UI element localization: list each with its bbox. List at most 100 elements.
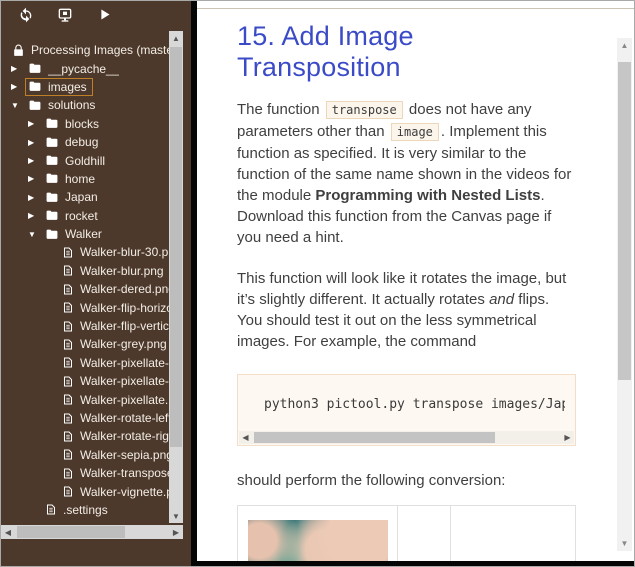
tree-item-body: Walker-pixellate-100.png (59, 354, 183, 372)
tree-item-rocket[interactable]: ▶ rocket (1, 207, 183, 225)
scroll-up-icon[interactable]: ▲ (169, 31, 183, 45)
sidebar-vertical-scrollbar[interactable]: ▲ ▼ (169, 31, 183, 523)
monitor-icon (57, 7, 73, 26)
tree-item-pycache[interactable]: ▶ __pycache__ (1, 59, 183, 77)
tree-item-settings[interactable]: .settings (1, 501, 183, 519)
chevron-right-icon[interactable]: ▶ (26, 174, 42, 183)
sidebar-hscroll-thumb[interactable] (17, 526, 125, 538)
folder-icon (45, 154, 59, 167)
chevron-right-icon[interactable]: ▶ (26, 119, 42, 128)
tree-item-body: __pycache__ (25, 60, 125, 78)
tree-item-body: blocks (42, 115, 105, 133)
tree-item-blocks[interactable]: ▶ blocks (1, 115, 183, 133)
tree-item-body: Walker-rotate-left.png (59, 409, 183, 427)
tree-item-goldhill[interactable]: ▶ Goldhill (1, 151, 183, 169)
text-segment: The function (237, 101, 324, 118)
tree-item-walker-dered-png[interactable]: Walker-dered.png (1, 280, 183, 298)
tree-item-walker-blur-png[interactable]: Walker-blur.png (1, 262, 183, 280)
tree-item-label: solutions (48, 98, 96, 113)
content-vscroll-thumb[interactable] (618, 62, 631, 380)
code-block: python3 pictool.py transpose images/Japa… (237, 374, 576, 446)
sidebar-horizontal-scrollbar[interactable]: ◀ ▶ (1, 525, 183, 539)
chevron-right-icon[interactable]: ▶ (26, 211, 42, 220)
tree-item-walker-rotate-left-png[interactable]: Walker-rotate-left.png (1, 409, 183, 427)
tree-item-walker-flip-horizontal-png[interactable]: Walker-flip-horizontal.png (1, 298, 183, 316)
file-icon (62, 467, 74, 480)
tree-item-label: Walker-flip-vertical.png (80, 319, 183, 334)
tree-item-body: Walker-vignette.png (59, 483, 183, 501)
file-icon (62, 485, 74, 498)
refresh-icon (18, 7, 34, 26)
tree-item-walker-pixellate-png[interactable]: Walker-pixellate.png (1, 390, 183, 408)
tree-item-walker-grey-png[interactable]: Walker-grey.png (1, 335, 183, 353)
tree-item-images[interactable]: ▶ images (1, 77, 183, 96)
chevron-right-icon[interactable]: ▶ (26, 193, 42, 202)
inline-code: transpose (325, 101, 403, 119)
preview-button[interactable] (56, 7, 74, 25)
chevron-right-icon[interactable]: ▶ (9, 82, 25, 91)
folder-icon (45, 209, 59, 222)
content-vertical-scrollbar[interactable]: ▲ ▼ (617, 38, 632, 551)
tree-item-walker-sepia-png[interactable]: Walker-sepia.png (1, 446, 183, 464)
sidebar-vscroll-thumb[interactable] (170, 47, 182, 447)
scroll-right-icon[interactable]: ▶ (561, 431, 574, 444)
file-icon (62, 283, 74, 296)
play-icon (97, 7, 112, 25)
tree-item-body: Walker-flip-vertical.png (59, 317, 183, 335)
tree-item-processing-images-master[interactable]: Processing Images (master) (1, 41, 183, 59)
tree-item-body: Walker-rotate-right.png (59, 427, 183, 445)
tree-item-walker[interactable]: ▼ Walker (1, 225, 183, 243)
tree-item-body: solutions (25, 96, 101, 114)
codeblock-horizontal-scrollbar[interactable]: ◀ ▶ (239, 431, 574, 444)
tree-item-solutions[interactable]: ▼ solutions (1, 96, 183, 114)
file-icon (62, 393, 74, 406)
app-window: Processing Images (master) ▶ __pycache__ ▶ i… (0, 0, 635, 567)
file-tree: Processing Images (master) ▶ __pycache__ ▶ i… (1, 41, 183, 519)
tree-item-home[interactable]: ▶ home (1, 170, 183, 188)
run-button[interactable] (95, 7, 113, 25)
tree-item-body: .settings (42, 501, 114, 519)
tree-item-walker-transpose-png[interactable]: Walker-transpose.png (1, 464, 183, 482)
tree-item-debug[interactable]: ▶ debug (1, 133, 183, 151)
scroll-down-icon[interactable]: ▼ (169, 509, 183, 523)
scroll-down-icon[interactable]: ▼ (617, 536, 632, 551)
file-icon (62, 430, 74, 443)
tree-item-japan[interactable]: ▶ Japan (1, 188, 183, 206)
file-icon (62, 301, 74, 314)
tree-item-body: Walker-blur.png (59, 262, 170, 280)
scroll-up-icon[interactable]: ▲ (617, 38, 632, 53)
codeblock-hscroll-thumb[interactable] (254, 432, 496, 443)
result-image-cell (450, 505, 576, 566)
source-image-cell (236, 505, 399, 561)
chevron-right-icon[interactable]: ▶ (9, 64, 25, 73)
tree-item-label: Processing Images (master) (31, 43, 182, 58)
japan-transposed-image (460, 562, 566, 566)
tree-item-walker-blur-30-png[interactable]: Walker-blur-30.png (1, 243, 183, 261)
tree-item-label: Walker-flip-horizontal.png (80, 300, 183, 315)
chevron-down-icon[interactable]: ▼ (26, 230, 42, 239)
refresh-button[interactable] (17, 7, 35, 25)
tree-item-walker-pixellate-50-png[interactable]: Walker-pixellate-50.png (1, 372, 183, 390)
tree-item-label: Walker-blur.png (80, 263, 164, 278)
tree-item-walker-flip-vertical-png[interactable]: Walker-flip-vertical.png (1, 317, 183, 335)
chevron-down-icon[interactable]: ▼ (9, 101, 25, 110)
scroll-left-icon[interactable]: ◀ (239, 431, 252, 444)
file-icon (62, 320, 74, 333)
tree-item-walker-pixellate-100-png[interactable]: Walker-pixellate-100.png (1, 354, 183, 372)
file-icon (62, 246, 74, 259)
file-icon (62, 338, 74, 351)
scroll-left-icon[interactable]: ◀ (1, 525, 15, 539)
chevron-right-icon[interactable]: ▶ (26, 156, 42, 165)
folder-icon (28, 99, 42, 112)
paragraph: This function will look like it rotates … (237, 268, 576, 352)
chevron-right-icon[interactable]: ▶ (26, 138, 42, 147)
file-icon (62, 375, 74, 388)
instructions-panel: 15. Add Image Transposition The function… (197, 1, 634, 566)
tree-item-body: Walker-pixellate.png (59, 391, 183, 409)
tree-item-walker-vignette-png[interactable]: Walker-vignette.png (1, 482, 183, 500)
scroll-right-icon[interactable]: ▶ (169, 525, 183, 539)
tree-item-walker-rotate-right-png[interactable]: Walker-rotate-right.png (1, 427, 183, 445)
tree-item-body: Goldhill (42, 152, 111, 170)
tree-item-label: Walker-transpose.png (80, 466, 183, 481)
page-title: 15. Add Image Transposition (237, 21, 414, 82)
